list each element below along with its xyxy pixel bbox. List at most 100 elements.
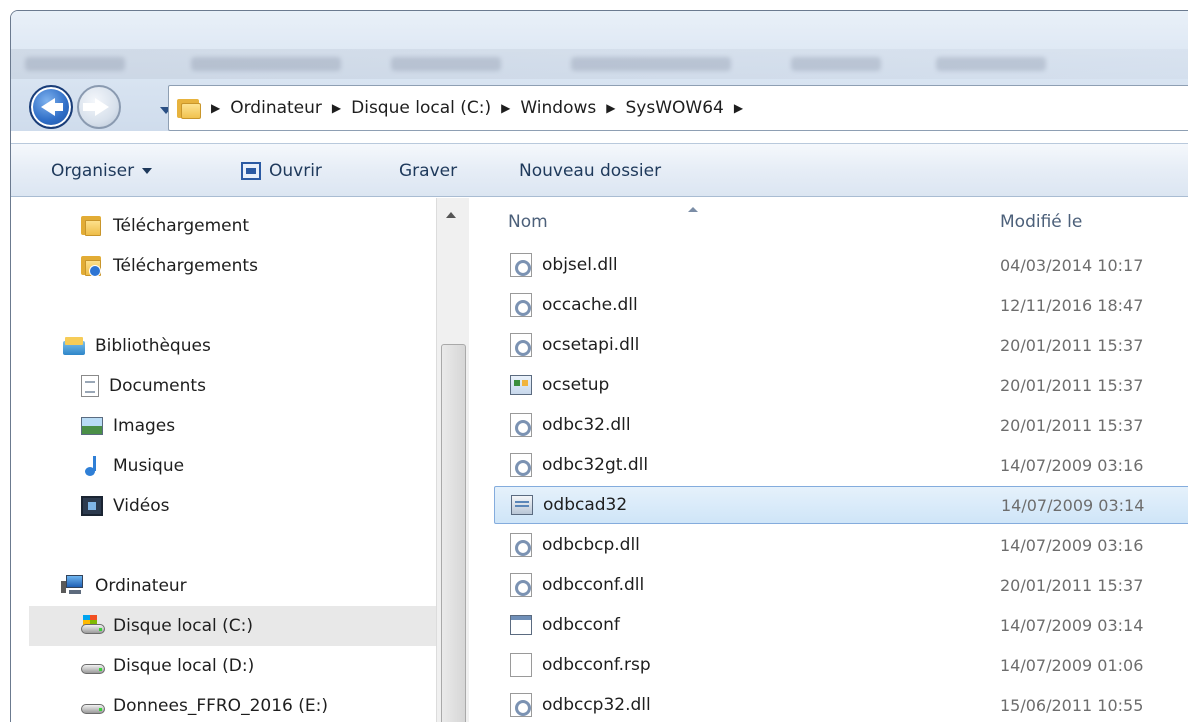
background-blur bbox=[936, 57, 1046, 71]
file-modified: 12/11/2016 18:47 bbox=[1000, 295, 1144, 315]
file-row[interactable]: odbcconf.dll 20/01/2011 15:37 bbox=[494, 566, 1188, 604]
file-name: odbc32gt.dll bbox=[542, 455, 649, 475]
blank-file-icon bbox=[510, 653, 532, 677]
nav-item-ordinateur[interactable]: Ordinateur bbox=[61, 566, 187, 606]
file-modified: 20/01/2011 15:37 bbox=[1000, 415, 1144, 435]
nav-item-label: Téléchargement bbox=[113, 216, 250, 236]
background-blur bbox=[391, 57, 501, 71]
file-name: odbcad32 bbox=[543, 495, 628, 515]
file-row[interactable]: odbcbcp.dll 14/07/2009 03:16 bbox=[494, 526, 1188, 564]
nav-item-label: Disque local (D:) bbox=[113, 656, 255, 676]
file-modified: 14/07/2009 03:14 bbox=[1001, 495, 1145, 515]
file-name: odbcbcp.dll bbox=[542, 535, 640, 555]
dll-file-icon bbox=[510, 573, 532, 597]
file-row[interactable]: odbccp32.dll 15/06/2011 10:55 bbox=[494, 686, 1188, 722]
nav-item-drive-e[interactable]: Donnees_FFRO_2016 (E:) bbox=[81, 686, 328, 722]
file-modified: 04/03/2014 10:17 bbox=[1000, 255, 1144, 275]
open-icon bbox=[241, 162, 261, 180]
nav-item-label: Ordinateur bbox=[95, 576, 187, 596]
back-arrow-icon bbox=[41, 98, 63, 116]
file-row[interactable]: odbcconf 14/07/2009 03:14 bbox=[494, 606, 1188, 644]
file-modified: 20/01/2011 15:37 bbox=[1000, 335, 1144, 355]
scroll-up-icon[interactable] bbox=[446, 212, 456, 218]
sort-ascending-icon bbox=[688, 207, 698, 212]
command-bar: Organiser Ouvrir Graver Nouveau dossier bbox=[11, 143, 1188, 197]
forward-arrow-icon bbox=[83, 98, 109, 116]
file-name: odbccp32.dll bbox=[542, 695, 651, 715]
file-row[interactable]: ocsetup 20/01/2011 15:37 bbox=[494, 366, 1188, 404]
file-row[interactable]: odbcconf.rsp 14/07/2009 01:06 bbox=[494, 646, 1188, 684]
nav-item-label: Vidéos bbox=[113, 496, 170, 516]
file-modified: 14/07/2009 03:16 bbox=[1000, 535, 1144, 555]
file-row[interactable]: occache.dll 12/11/2016 18:47 bbox=[494, 286, 1188, 324]
breadcrumb-syswow64[interactable]: SysWOW64 bbox=[625, 98, 723, 118]
file-modified: 14/07/2009 01:06 bbox=[1000, 655, 1144, 675]
nav-item-images[interactable]: Images bbox=[81, 406, 175, 446]
file-row[interactable]: odbc32gt.dll 14/07/2009 03:16 bbox=[494, 446, 1188, 484]
folder-icon bbox=[81, 215, 103, 237]
drive-icon bbox=[81, 655, 105, 677]
breadcrumb-arrow-icon[interactable]: ▶ bbox=[501, 101, 510, 115]
nav-item-drive-c[interactable]: Disque local (C:) bbox=[29, 606, 436, 646]
system-drive-icon bbox=[81, 615, 105, 637]
nav-pane-scrollbar[interactable] bbox=[436, 198, 469, 722]
nav-item-documents[interactable]: Documents bbox=[81, 366, 206, 406]
file-modified: 15/06/2011 10:55 bbox=[1000, 695, 1144, 715]
nav-item-telechargements[interactable]: Téléchargements bbox=[81, 246, 258, 286]
open-button[interactable]: Ouvrir bbox=[241, 144, 322, 198]
documents-icon bbox=[81, 375, 99, 397]
file-name: odbcconf.rsp bbox=[542, 655, 651, 675]
column-header-label: Modifié le bbox=[1000, 212, 1083, 232]
navigation-pane: Téléchargement Téléchargements Bibliothè… bbox=[11, 198, 469, 722]
file-row-selected[interactable]: odbcad32 14/07/2009 03:14 bbox=[494, 486, 1188, 524]
background-blur bbox=[25, 57, 125, 71]
back-button[interactable] bbox=[29, 85, 73, 129]
nav-item-bibliotheques[interactable]: Bibliothèques bbox=[63, 326, 211, 366]
breadcrumb-computer[interactable]: Ordinateur bbox=[230, 98, 322, 118]
nav-item-videos[interactable]: Vidéos bbox=[81, 486, 170, 526]
music-icon bbox=[81, 455, 103, 477]
file-modified: 14/07/2009 03:14 bbox=[1000, 615, 1144, 635]
breadcrumb-arrow-icon[interactable]: ▶ bbox=[734, 101, 743, 115]
file-name: ocsetup bbox=[542, 375, 610, 395]
nav-item-label: Téléchargements bbox=[113, 256, 258, 276]
burn-button[interactable]: Graver bbox=[399, 144, 457, 198]
new-folder-button[interactable]: Nouveau dossier bbox=[519, 144, 661, 198]
breadcrumb-arrow-icon[interactable]: ▶ bbox=[606, 101, 615, 115]
breadcrumb-arrow-icon[interactable]: ▶ bbox=[332, 101, 341, 115]
column-header-name[interactable]: Nom bbox=[508, 204, 548, 240]
dll-file-icon bbox=[510, 333, 532, 357]
file-name: objsel.dll bbox=[542, 255, 618, 275]
dll-file-icon bbox=[510, 293, 532, 317]
breadcrumb-windows[interactable]: Windows bbox=[520, 98, 596, 118]
file-row[interactable]: objsel.dll 04/03/2014 10:17 bbox=[494, 246, 1188, 284]
explorer-window: ▶ Ordinateur ▶ Disque local (C:) ▶ Windo… bbox=[10, 10, 1188, 722]
dll-file-icon bbox=[510, 533, 532, 557]
nav-item-label: Donnees_FFRO_2016 (E:) bbox=[113, 696, 328, 716]
forward-button[interactable] bbox=[77, 85, 121, 129]
organize-label: Organiser bbox=[51, 161, 135, 181]
scrollbar-thumb[interactable] bbox=[441, 344, 466, 722]
nav-item-label: Musique bbox=[113, 456, 185, 476]
file-list: Nom Modifié le objsel.dll 04/03/2014 10:… bbox=[470, 198, 1188, 722]
nav-item-drive-d[interactable]: Disque local (D:) bbox=[81, 646, 254, 686]
file-name: odbc32.dll bbox=[542, 415, 631, 435]
dll-file-icon bbox=[510, 693, 532, 717]
nav-item-telechargement[interactable]: Téléchargement bbox=[81, 206, 249, 246]
nav-item-label: Disque local (C:) bbox=[113, 616, 253, 636]
breadcrumb-drive-c[interactable]: Disque local (C:) bbox=[351, 98, 491, 118]
file-row[interactable]: odbc32.dll 20/01/2011 15:37 bbox=[494, 406, 1188, 444]
breadcrumb-arrow-icon[interactable]: ▶ bbox=[211, 101, 220, 115]
file-row[interactable]: ocsetapi.dll 20/01/2011 15:37 bbox=[494, 326, 1188, 364]
file-modified: 14/07/2009 03:16 bbox=[1000, 455, 1144, 475]
file-name: odbcconf bbox=[542, 615, 620, 635]
downloads-folder-icon bbox=[81, 255, 103, 277]
organize-button[interactable]: Organiser bbox=[51, 144, 153, 198]
nav-item-musique[interactable]: Musique bbox=[81, 446, 184, 486]
chevron-down-icon bbox=[142, 168, 153, 174]
background-blur bbox=[791, 57, 881, 71]
address-bar[interactable]: ▶ Ordinateur ▶ Disque local (C:) ▶ Windo… bbox=[168, 85, 1188, 131]
column-header-modified[interactable]: Modifié le bbox=[1000, 204, 1082, 240]
videos-icon bbox=[81, 496, 103, 516]
new-folder-label: Nouveau dossier bbox=[519, 161, 662, 181]
